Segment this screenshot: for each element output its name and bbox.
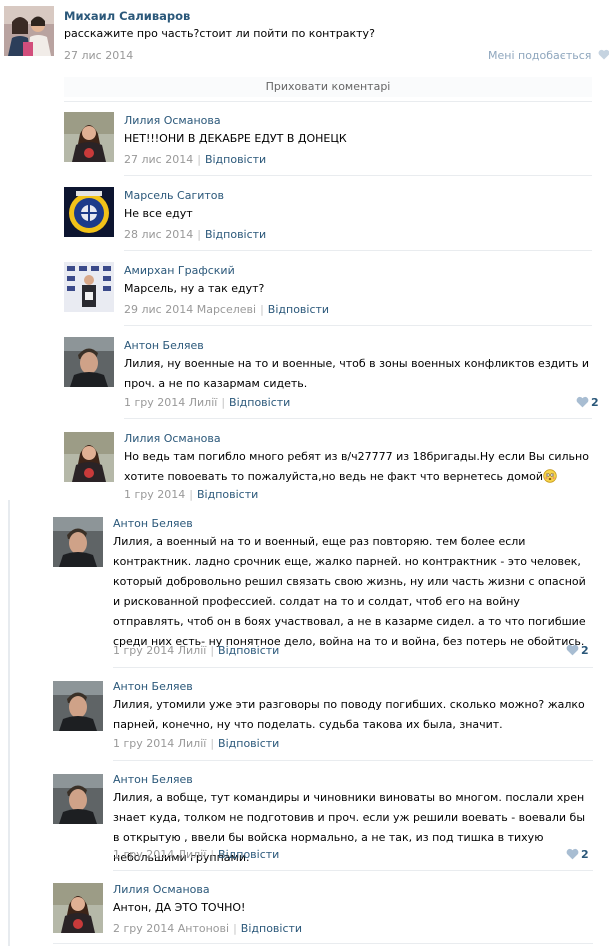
divider — [64, 101, 592, 102]
like-count[interactable]: 2 — [566, 644, 589, 657]
comment-date[interactable]: 27 лис 2014 — [124, 153, 193, 166]
comment-date[interactable]: 28 лис 2014 — [124, 228, 193, 241]
comment-text: Не все едут — [124, 207, 193, 220]
comment-meta: 28 лис 2014 | Відповісти — [124, 228, 267, 241]
reply-link[interactable]: Відповісти — [241, 922, 302, 935]
comment-text: Лилия, а военный на то и военный, еще ра… — [113, 535, 586, 648]
heart-icon — [566, 848, 579, 860]
thread-indent-rule — [8, 500, 10, 946]
comment-text: Лилия, ну военные на то и военные, чтоб … — [124, 357, 589, 390]
comment-meta: 1 гру 2014 Лилії | Відповісти — [124, 396, 291, 409]
comment-meta: 29 лис 2014 Марселеві | Відповісти — [124, 303, 330, 316]
hide-comments-bar[interactable]: Приховати коментарі — [64, 77, 592, 97]
heart-icon — [598, 49, 609, 60]
divider — [124, 250, 592, 251]
divider — [124, 418, 592, 419]
avatar[interactable] — [53, 681, 103, 731]
reply-link[interactable]: Відповісти — [218, 644, 279, 657]
avatar[interactable] — [64, 262, 114, 312]
post-text: расскажите про часть?стоит ли пойти по к… — [64, 27, 375, 40]
comment-date[interactable]: 1 гру 2014 — [124, 488, 185, 501]
reply-link[interactable]: Відповісти — [268, 303, 329, 316]
comment-meta: 1 гру 2014 Лилії | Відповісти — [113, 737, 280, 750]
avatar[interactable] — [64, 337, 114, 387]
comment-date[interactable]: 1 гру 2014 Лилії — [113, 644, 206, 657]
comment-text: Марсель, ну а так едут? — [124, 282, 265, 295]
avatar[interactable] — [53, 774, 103, 824]
comment-date[interactable]: 29 лис 2014 Марселеві — [124, 303, 256, 316]
comment-text: Антон, ДА ЭТО ТОЧНО! — [113, 901, 246, 914]
reply-link[interactable]: Відповісти — [205, 153, 266, 166]
reply-link[interactable]: Відповісти — [205, 228, 266, 241]
comment-author[interactable]: Марсель Сагитов — [124, 189, 224, 202]
comment-date[interactable]: 1 гру 2014 Лилії — [124, 396, 217, 409]
post-author[interactable]: Михаил Саливаров — [64, 9, 190, 23]
divider — [53, 943, 593, 944]
comment-text: Но ведь там погибло много ребят из в/ч27… — [124, 447, 594, 487]
divider — [113, 760, 593, 761]
embarrassed-smiley-icon — [543, 469, 557, 483]
divider — [113, 667, 593, 668]
comment-meta: 1 гру 2014 Лилії | Відповісти — [113, 644, 280, 657]
avatar[interactable] — [64, 112, 114, 162]
avatar[interactable] — [53, 883, 103, 933]
comment-meta: 1 гру 2014 | Відповісти — [124, 488, 259, 501]
comment-meta: 1 гру 2014 Лилії | Відповісти — [113, 848, 280, 861]
comment-author[interactable]: Антон Беляев — [113, 773, 193, 786]
hide-comments-link[interactable]: Приховати коментарі — [266, 80, 391, 93]
reply-link[interactable]: Відповісти — [218, 848, 279, 861]
heart-icon — [576, 396, 589, 408]
comment-date[interactable]: 1 гру 2014 Лилії — [113, 848, 206, 861]
reply-link[interactable]: Відповісти — [229, 396, 290, 409]
comment-date[interactable]: 2 гру 2014 Антонові — [113, 922, 229, 935]
avatar[interactable] — [64, 187, 114, 237]
comment-author[interactable]: Лилия Османова — [124, 432, 221, 445]
avatar[interactable] — [4, 6, 54, 56]
comment-author[interactable]: Лилия Османова — [113, 883, 210, 896]
like-count-value: 2 — [591, 396, 599, 409]
comment-date[interactable]: 1 гру 2014 Лилії — [113, 737, 206, 750]
avatar[interactable] — [53, 517, 103, 567]
comment-text-body: Но ведь там погибло много ребят из в/ч27… — [124, 450, 589, 483]
comment-meta: 27 лис 2014 | Відповісти — [124, 153, 267, 166]
heart-icon — [566, 644, 579, 656]
divider — [124, 175, 592, 176]
post-like-button[interactable]: Мені подобається — [488, 49, 609, 62]
reply-link[interactable]: Відповісти — [197, 488, 258, 501]
avatar[interactable] — [64, 432, 114, 482]
comment-author[interactable]: Антон Беляев — [113, 680, 193, 693]
divider — [124, 325, 592, 326]
divider — [113, 870, 593, 871]
post-like-label: Мені подобається — [488, 49, 592, 62]
post-date[interactable]: 27 лис 2014 — [64, 49, 133, 62]
like-count-value: 2 — [581, 848, 589, 861]
like-count-value: 2 — [581, 644, 589, 657]
comment-author[interactable]: Антон Беляев — [124, 339, 204, 352]
comment-text: НЕТ!!!ОНИ В ДЕКАБРЕ ЕДУТ В ДОНЕЦК — [124, 132, 347, 145]
comment-author[interactable]: Амирхан Графский — [124, 264, 235, 277]
like-count[interactable]: 2 — [566, 848, 589, 861]
comment-author[interactable]: Лилия Османова — [124, 114, 221, 127]
comment-text: Лилия, утомили уже эти разговоры по пово… — [113, 698, 585, 731]
like-count[interactable]: 2 — [576, 396, 599, 409]
reply-link[interactable]: Відповісти — [218, 737, 279, 750]
comment-meta: 2 гру 2014 Антонові | Відповісти — [113, 922, 303, 935]
comment-author[interactable]: Антон Беляев — [113, 517, 193, 530]
